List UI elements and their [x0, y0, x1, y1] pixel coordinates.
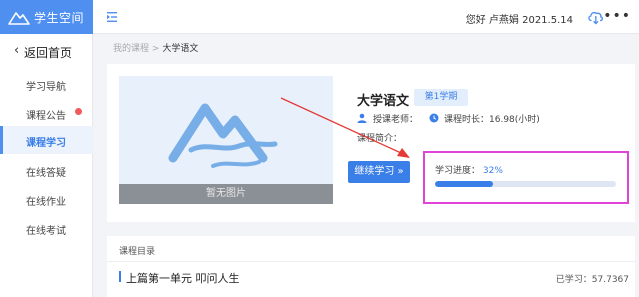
course-cover-image: 暂无图片 — [119, 76, 333, 204]
sidebar-item-label: 在线答疑 — [26, 168, 66, 179]
course-title: 大学语文 — [357, 94, 410, 109]
catalog-divider — [107, 261, 635, 262]
breadcrumb-parent-link[interactable]: 我的课程 — [113, 44, 149, 54]
progress-percent: 32% — [482, 166, 503, 176]
person-icon — [357, 113, 367, 123]
catalog-title: 课程目录 — [119, 247, 156, 257]
sidebar: ‹ 返回首页 学习导航 课程公告 课程学习 在线答疑 在线作业 在线考试 — [0, 34, 93, 297]
sidebar-item-label: 课程公告 — [26, 111, 66, 122]
app-logo[interactable]: 学生空间 — [0, 0, 93, 34]
duration-info: 课程时长：16.98(小时) — [429, 112, 540, 125]
sidebar-item-announcements[interactable]: 课程公告 — [0, 99, 93, 127]
sidebar-item-course-study[interactable]: 课程学习 — [0, 126, 93, 154]
breadcrumb-separator: > — [151, 44, 160, 54]
unit-studied: 已学习：57.7367 — [555, 275, 629, 285]
term-badge: 第1学期 — [414, 89, 468, 106]
sidebar-item-learning-nav[interactable]: 学习导航 — [0, 70, 93, 98]
app-root: 学生空间 您好 卢燕娟 2021.5.14 ••• ‹ 返回首页 学习导航 课程… — [0, 0, 639, 297]
course-catalog: 课程目录 上篇第一单元 叩问人生 已学习：57.7367 — [107, 236, 635, 297]
progress-bar — [435, 181, 616, 187]
back-home-label: 返回首页 — [24, 46, 73, 60]
course-intro-label: 课程简介： — [357, 134, 403, 144]
unit-marker — [119, 271, 121, 282]
sidebar-item-online-exam[interactable]: 在线考试 — [0, 214, 93, 242]
sidebar-item-label: 在线作业 — [26, 197, 66, 208]
sidebar-item-online-qa[interactable]: 在线答疑 — [0, 156, 93, 184]
app-title: 学生空间 — [34, 11, 85, 25]
teacher-info: 授课老师： — [357, 112, 418, 125]
collapse-menu-icon[interactable] — [106, 10, 120, 24]
study-progress-highlight: 学习进度： 32% — [423, 151, 629, 204]
progress-bar-fill — [435, 181, 493, 187]
chevron-left-icon: ‹ — [14, 43, 20, 58]
unit-title: 上篇第一单元 叩问人生 — [126, 272, 240, 285]
teacher-label: 授课老师： — [373, 115, 419, 125]
sidebar-item-label: 学习导航 — [26, 82, 66, 93]
mountain-placeholder-icon — [168, 103, 278, 168]
continue-study-button[interactable]: 继续学习 » — [348, 161, 410, 183]
cloud-download-icon[interactable] — [587, 9, 604, 25]
breadcrumb-current: 大学语文 — [162, 44, 199, 54]
sidebar-item-label: 课程学习 — [26, 138, 66, 149]
sidebar-item-label: 在线考试 — [26, 226, 66, 237]
user-greeting: 您好 卢燕娟 2021.5.14 — [465, 15, 573, 26]
mountain-logo-icon — [8, 12, 30, 25]
notification-badge — [74, 107, 83, 116]
catalog-unit-row[interactable]: 上篇第一单元 叩问人生 已学习：57.7367 — [119, 268, 629, 286]
clock-icon — [429, 113, 439, 123]
course-card: 暂无图片 大学语文 第1学期 授课老师： 课程时长：16.98(小时) 课程简介… — [107, 64, 635, 222]
progress-label: 学习进度： 32% — [435, 163, 503, 176]
top-bar: 学生空间 您好 卢燕娟 2021.5.14 ••• — [0, 0, 639, 34]
sidebar-item-online-homework[interactable]: 在线作业 — [0, 185, 93, 213]
back-home-button[interactable]: ‹ 返回首页 — [0, 34, 93, 68]
progress-label-text: 学习进度： — [435, 166, 481, 176]
more-dots-icon[interactable]: ••• — [603, 8, 631, 24]
breadcrumb: 我的课程 > 大学语文 — [113, 41, 198, 54]
cover-caption: 暂无图片 — [119, 184, 333, 204]
duration-label: 课程时长：16.98(小时) — [444, 115, 540, 125]
